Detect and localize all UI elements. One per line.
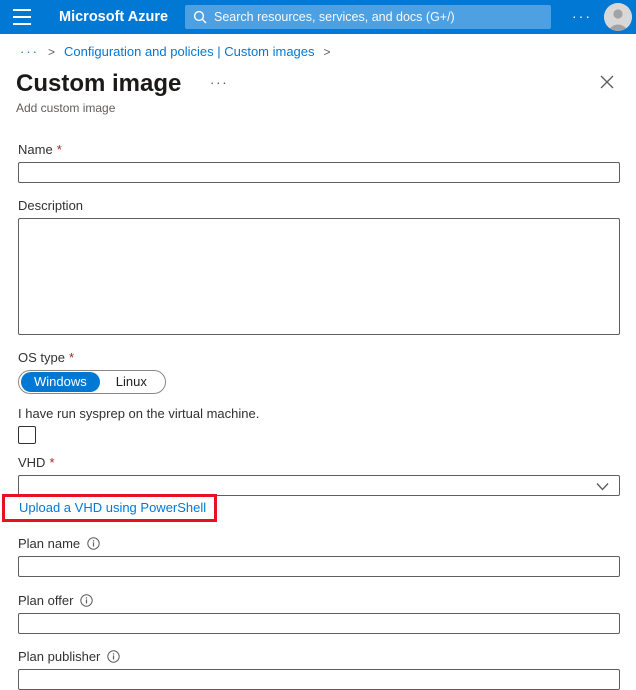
info-icon[interactable] bbox=[80, 594, 93, 607]
name-field: Name* bbox=[18, 142, 620, 183]
os-type-toggle: Windows Linux bbox=[18, 370, 166, 394]
name-input[interactable] bbox=[18, 162, 620, 183]
title-more-button[interactable]: ··· bbox=[210, 74, 229, 90]
os-type-option-windows[interactable]: Windows bbox=[21, 372, 100, 392]
plan-offer-field: Plan offer bbox=[18, 593, 620, 634]
breadcrumb: ··· > Configuration and policies | Custo… bbox=[0, 34, 636, 59]
required-asterisk: * bbox=[57, 142, 62, 157]
global-search[interactable] bbox=[185, 5, 551, 29]
vhd-field: VHD* Upload a VHD using PowerShell bbox=[18, 455, 620, 522]
sysprep-field: I have run sysprep on the virtual machin… bbox=[18, 406, 620, 444]
plan-publisher-input[interactable] bbox=[18, 669, 620, 690]
name-label: Name* bbox=[18, 142, 620, 157]
plan-publisher-label: Plan publisher bbox=[18, 649, 620, 664]
topbar-more-button[interactable]: ··· bbox=[572, 8, 592, 24]
chevron-down-icon bbox=[596, 482, 609, 491]
user-avatar-icon bbox=[604, 3, 632, 31]
hamburger-menu-icon[interactable] bbox=[13, 9, 33, 25]
breadcrumb-separator: > bbox=[324, 45, 331, 59]
plan-name-field: Plan name bbox=[18, 536, 620, 577]
required-asterisk: * bbox=[49, 455, 54, 470]
plan-name-input[interactable] bbox=[18, 556, 620, 577]
os-type-field: OS type* Windows Linux bbox=[18, 350, 620, 394]
annotation-highlight-box: Upload a VHD using PowerShell bbox=[2, 494, 217, 522]
os-type-option-linux[interactable]: Linux bbox=[100, 372, 163, 392]
info-icon[interactable] bbox=[87, 537, 100, 550]
search-input[interactable] bbox=[214, 10, 543, 24]
plan-offer-label: Plan offer bbox=[18, 593, 620, 608]
plan-offer-input[interactable] bbox=[18, 613, 620, 634]
upload-vhd-powershell-link[interactable]: Upload a VHD using PowerShell bbox=[19, 500, 206, 515]
breadcrumb-separator: > bbox=[48, 45, 55, 59]
description-textarea[interactable] bbox=[18, 218, 620, 335]
sysprep-label: I have run sysprep on the virtual machin… bbox=[18, 406, 620, 421]
vhd-select[interactable] bbox=[18, 475, 620, 496]
vhd-label: VHD* bbox=[18, 455, 620, 470]
close-icon[interactable] bbox=[600, 75, 614, 89]
search-icon bbox=[193, 10, 207, 24]
page-title: Custom image bbox=[16, 70, 181, 98]
breadcrumb-more[interactable]: ··· bbox=[20, 44, 39, 59]
os-type-label: OS type* bbox=[18, 350, 620, 365]
info-icon[interactable] bbox=[107, 650, 120, 663]
sysprep-checkbox[interactable] bbox=[18, 426, 36, 444]
plan-name-label: Plan name bbox=[18, 536, 620, 551]
page-subtitle: Add custom image bbox=[16, 101, 620, 115]
avatar[interactable] bbox=[604, 3, 632, 31]
page-header: Custom image ··· Add custom image bbox=[0, 59, 636, 115]
brand-title: Microsoft Azure bbox=[59, 9, 168, 25]
custom-image-form: Name* Description OS type* Windows Linux… bbox=[0, 142, 636, 690]
plan-publisher-field: Plan publisher bbox=[18, 649, 620, 690]
breadcrumb-link-custom-images[interactable]: Configuration and policies | Custom imag… bbox=[64, 44, 315, 59]
description-field: Description bbox=[18, 198, 620, 335]
azure-top-bar: Microsoft Azure ··· bbox=[0, 0, 636, 34]
required-asterisk: * bbox=[69, 350, 74, 365]
description-label: Description bbox=[18, 198, 620, 213]
